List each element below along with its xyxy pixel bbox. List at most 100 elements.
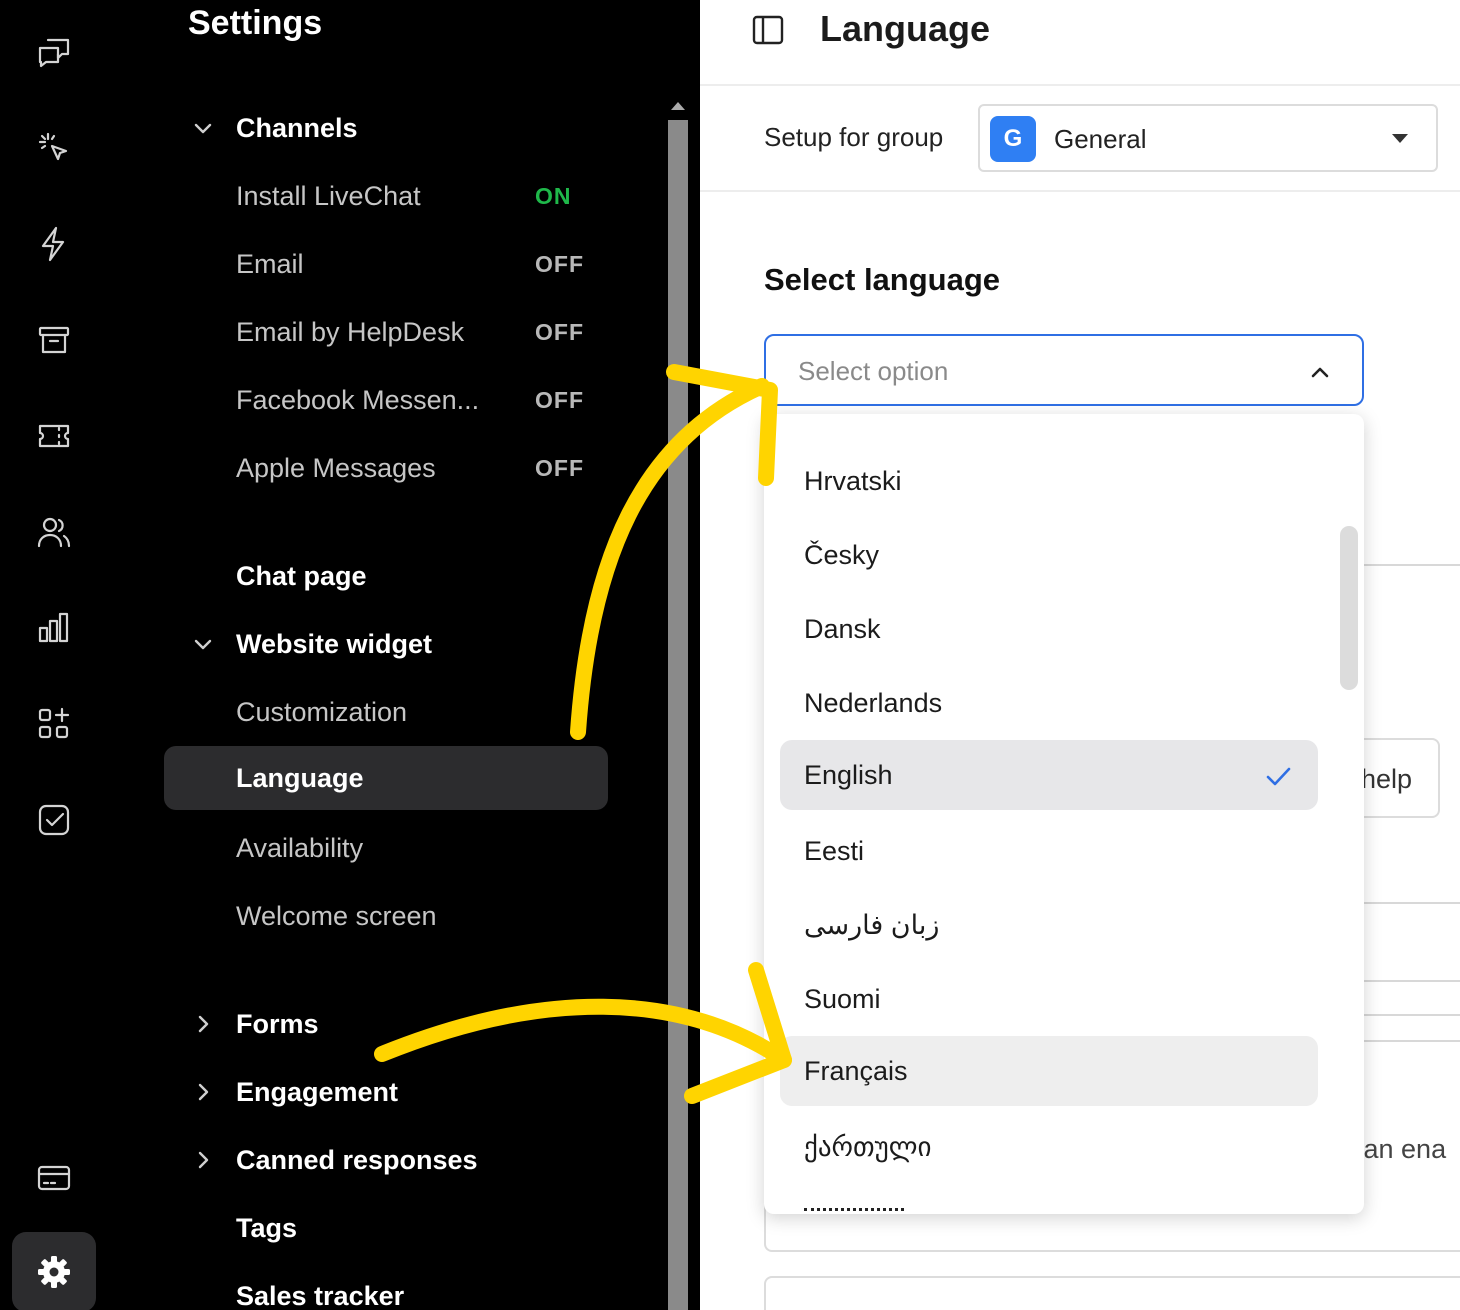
gear-icon[interactable]	[12, 1232, 96, 1310]
sidebar-group-engagement[interactable]: Engagement	[108, 1062, 668, 1122]
language-option-label: Suomi	[804, 984, 881, 1014]
group-divider	[700, 190, 1460, 192]
clipped-option-bottom	[804, 1206, 914, 1214]
background-divider	[1350, 1014, 1460, 1016]
sidebar-item-facebook-messenger[interactable]: Facebook Messen... OFF	[108, 370, 668, 430]
chats-icon[interactable]	[30, 28, 78, 76]
language-option[interactable]: زبان فارسی	[780, 890, 1318, 960]
ticket-icon[interactable]	[30, 412, 78, 460]
language-dropdown-menu: Hrvatski Česky Dansk Nederlands English …	[764, 414, 1364, 1214]
sidebar-scrollbar[interactable]	[668, 120, 688, 1310]
sidebar-item-label: Sales tracker	[236, 1280, 405, 1310]
sidebar-title: Settings	[188, 4, 323, 42]
language-option-label: Dansk	[804, 614, 881, 644]
sidebar-item-customization[interactable]: Customization	[108, 682, 668, 742]
sidebar-group-label: Engagement	[236, 1076, 399, 1107]
sidebar-group-label: Website widget	[236, 628, 433, 659]
chevron-right-icon	[192, 1149, 214, 1171]
sidebar-item-label: Email by HelpDesk	[236, 316, 465, 347]
language-option[interactable]: Dansk	[780, 594, 1318, 664]
sidebar-group-label: Channels	[236, 112, 358, 143]
sidebar-item-tags[interactable]: Tags	[108, 1198, 668, 1258]
language-option[interactable]: ქართული	[780, 1112, 1318, 1182]
archive-icon[interactable]	[30, 316, 78, 364]
sidebar-item-email[interactable]: Email OFF	[108, 234, 668, 294]
sidebar-group-canned-responses[interactable]: Canned responses	[108, 1130, 668, 1190]
chevron-right-icon	[192, 1013, 214, 1035]
language-option-label: Nederlands	[804, 688, 943, 718]
background-divider	[1350, 980, 1460, 982]
check-icon	[1262, 760, 1294, 792]
chevron-down-icon	[192, 117, 214, 139]
language-option[interactable]: Eesti	[780, 816, 1318, 886]
group-select[interactable]: G General	[978, 104, 1438, 172]
background-divider	[1350, 1040, 1460, 1042]
sidebar-item-welcome-screen[interactable]: Welcome screen	[108, 886, 668, 946]
sidebar-item-label: Facebook Messen...	[236, 384, 480, 415]
language-option[interactable]: Česky	[780, 520, 1318, 590]
status-badge: OFF	[535, 318, 584, 345]
sidebar-item-label: Language	[236, 762, 364, 793]
status-badge: OFF	[535, 386, 584, 413]
sidebar-group-label: Forms	[236, 1008, 319, 1039]
group-avatar: G	[990, 116, 1036, 162]
reports-icon[interactable]	[30, 604, 78, 652]
language-option-selected[interactable]: English	[780, 740, 1318, 810]
language-option-label: Hrvatski	[804, 466, 902, 496]
billing-icon[interactable]	[30, 1154, 78, 1202]
apps-icon[interactable]	[30, 700, 78, 748]
sidebar-item-sales-tracker[interactable]: Sales tracker	[108, 1266, 668, 1310]
click-icon[interactable]	[30, 124, 78, 172]
language-option[interactable]: Suomi	[780, 964, 1318, 1034]
chevron-right-icon	[192, 1081, 214, 1103]
section-title: Select language	[764, 262, 1001, 297]
sidebar-item-label: Apple Messages	[236, 452, 436, 483]
help-button-label: help	[1360, 764, 1412, 794]
sidebar-item-label: Availability	[236, 832, 364, 863]
header-divider	[700, 84, 1460, 86]
team-icon[interactable]	[30, 508, 78, 556]
sidebar-item-email-helpdesk[interactable]: Email by HelpDesk OFF	[108, 302, 668, 362]
sidebar-item-label: Email	[236, 248, 304, 279]
language-option-label: Français	[804, 1056, 908, 1086]
sidebar-item-apple-messages[interactable]: Apple Messages OFF	[108, 438, 668, 498]
settings-sidebar: Settings Channels Install LiveChat ON Em…	[108, 0, 700, 1310]
sidebar-item-install-livechat[interactable]: Install LiveChat ON	[108, 166, 668, 226]
language-select[interactable]: Select option	[764, 334, 1364, 406]
sidebar-group-channels[interactable]: Channels	[108, 98, 668, 158]
sidebar-item-label: Tags	[236, 1212, 298, 1243]
sidebar-item-label: Install LiveChat	[236, 180, 421, 211]
language-option-hovered[interactable]: Français	[780, 1036, 1318, 1106]
sidebar-group-website-widget[interactable]: Website widget	[108, 614, 668, 674]
sidebar-item-label: Customization	[236, 696, 408, 727]
scroll-up-arrow[interactable]	[671, 102, 685, 110]
language-option-label: Eesti	[804, 836, 865, 866]
status-badge: ON	[535, 182, 572, 209]
language-option-label: Česky	[804, 540, 880, 570]
language-option-label: زبان فارسی	[804, 910, 940, 940]
icon-rail	[0, 0, 108, 1310]
sidebar-item-chat-page[interactable]: Chat page	[108, 546, 668, 606]
language-option[interactable]: Nederlands	[780, 668, 1318, 738]
language-option[interactable]: Hrvatski	[780, 446, 1318, 516]
sidebar-toggle-icon[interactable]	[750, 12, 786, 48]
group-select-value: General	[1054, 124, 1147, 154]
sidebar-item-language[interactable]: Language	[164, 746, 608, 810]
clipped-option-top	[804, 414, 914, 420]
sidebar-group-forms[interactable]: Forms	[108, 994, 668, 1054]
language-option-label: ქართული	[804, 1132, 932, 1162]
sidebar-item-availability[interactable]: Availability	[108, 818, 668, 878]
chevron-up-icon	[1308, 360, 1332, 384]
group-label: Setup for group	[764, 122, 944, 152]
language-select-placeholder: Select option	[798, 356, 949, 386]
lightning-icon[interactable]	[30, 220, 78, 268]
chevron-down-icon	[192, 633, 214, 655]
dropdown-scrollbar[interactable]	[1340, 526, 1358, 690]
background-divider	[1350, 902, 1460, 904]
sidebar-item-label: Chat page	[236, 560, 367, 591]
background-text: can ena	[1350, 1134, 1447, 1164]
caret-down-icon	[1392, 134, 1408, 143]
background-divider	[1350, 564, 1460, 566]
page-title: Language	[820, 8, 991, 49]
checklist-icon[interactable]	[30, 796, 78, 844]
